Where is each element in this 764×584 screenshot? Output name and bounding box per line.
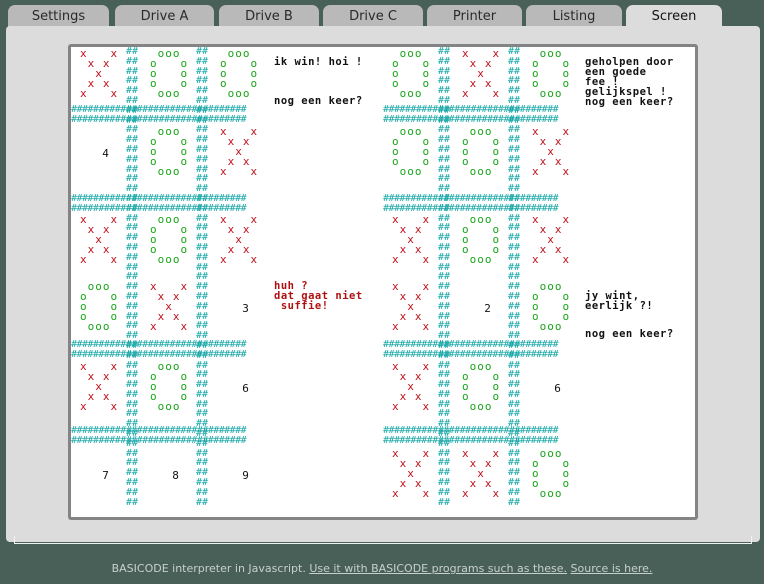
- right-board-nought-mark: ooo o o o o o o ooo: [392, 125, 431, 178]
- footer-text: BASICODE interpreter in Javascript.: [111, 562, 306, 575]
- left-board-square-number: 8: [172, 469, 180, 482]
- left-board-nought-mark: ooo o o o o o o ooo: [150, 125, 189, 178]
- left-board-square-number: 9: [242, 469, 250, 482]
- left-board-horizontal-line: ################################ #######…: [71, 426, 247, 446]
- programs-link[interactable]: Use it with BASICODE programs such as th…: [309, 562, 567, 575]
- basicode-screen[interactable]: ik win! hoi ! nog een keer? huh ? dat ga…: [71, 47, 695, 517]
- right-board-cross-mark: x x x x x x x x x: [462, 47, 501, 100]
- message-i-win: ik win! hoi !: [274, 56, 363, 68]
- left-board-nought-mark: ooo o o o o o o ooo: [150, 213, 189, 266]
- source-link[interactable]: Source is here.: [571, 562, 653, 575]
- right-board-cross-mark: x x x x x x x x x: [532, 125, 571, 178]
- panel-divider: [14, 543, 752, 544]
- footer: BASICODE interpreter in Javascript. Use …: [0, 562, 764, 575]
- right-board-square-number: 6: [554, 382, 562, 395]
- right-board-nought-mark: ooo o o o o o o ooo: [462, 360, 501, 413]
- left-board-cross-mark: x x x x x x x x x: [80, 213, 119, 266]
- right-board-horizontal-line: ################################ #######…: [383, 105, 559, 125]
- right-board-nought-mark: ooo o o o o o o ooo: [462, 125, 501, 178]
- message-you-win: jy wint, eerlijk ?!: [585, 290, 654, 312]
- left-board-square-number: 4: [102, 147, 110, 160]
- left-board-nought-mark: ooo o o o o o o ooo: [150, 360, 189, 413]
- left-board-nought-mark: ooo o o o o o o ooo: [80, 280, 119, 333]
- message-again-right: nog een keer?: [585, 328, 674, 340]
- right-board-nought-mark: ooo o o o o o o ooo: [532, 447, 571, 500]
- left-board-square-number: 6: [242, 382, 250, 395]
- left-board-nought-mark: ooo o o o o o o ooo: [150, 47, 189, 100]
- right-board-cross-mark: x x x x x x x x x: [462, 447, 501, 500]
- tab-bar: Settings Drive A Drive B Drive C Printer…: [0, 0, 764, 29]
- message-draw: geholpen door een goede fee ! gelijkspel…: [585, 56, 674, 108]
- left-board-horizontal-line: ################################ #######…: [71, 105, 247, 125]
- right-board-square-number: 2: [484, 302, 492, 315]
- left-board-cross-mark: x x x x x x x x x: [220, 125, 259, 178]
- left-board-cross-mark: x x x x x x x x x: [220, 213, 259, 266]
- right-board-horizontal-line: ################################ #######…: [383, 194, 559, 214]
- right-board-cross-mark: x x x x x x x x x: [392, 447, 431, 500]
- right-board-cross-mark: x x x x x x x x x: [392, 360, 431, 413]
- right-board-cross-mark: x x x x x x x x x: [532, 213, 571, 266]
- message-invalid-move: huh ? dat gaat niet suffie!: [274, 280, 363, 312]
- left-board-cross-mark: x x x x x x x x x: [150, 280, 189, 333]
- right-board-nought-mark: ooo o o o o o o ooo: [532, 47, 571, 100]
- right-board-horizontal-line: ################################ #######…: [383, 340, 559, 360]
- left-board-cross-mark: x x x x x x x x x: [80, 360, 119, 413]
- right-board-nought-mark: ooo o o o o o o ooo: [462, 213, 501, 266]
- left-board-horizontal-line: ################################ #######…: [71, 194, 247, 214]
- panel-divider-left: [14, 536, 15, 544]
- panel-divider-right: [751, 536, 752, 544]
- left-board-square-number: 3: [242, 302, 250, 315]
- left-board-square-number: 7: [102, 469, 110, 482]
- right-board-nought-mark: ooo o o o o o o ooo: [392, 47, 431, 100]
- message-again-left: nog een keer?: [274, 95, 363, 107]
- right-board-horizontal-line: ################################ #######…: [383, 426, 559, 446]
- right-board-cross-mark: x x x x x x x x x: [392, 213, 431, 266]
- left-board-cross-mark: x x x x x x x x x: [80, 47, 119, 100]
- left-board-horizontal-line: ################################ #######…: [71, 340, 247, 360]
- left-board-nought-mark: ooo o o o o o o ooo: [220, 47, 259, 100]
- right-board-nought-mark: ooo o o o o o o ooo: [532, 280, 571, 333]
- right-board-cross-mark: x x x x x x x x x: [392, 280, 431, 333]
